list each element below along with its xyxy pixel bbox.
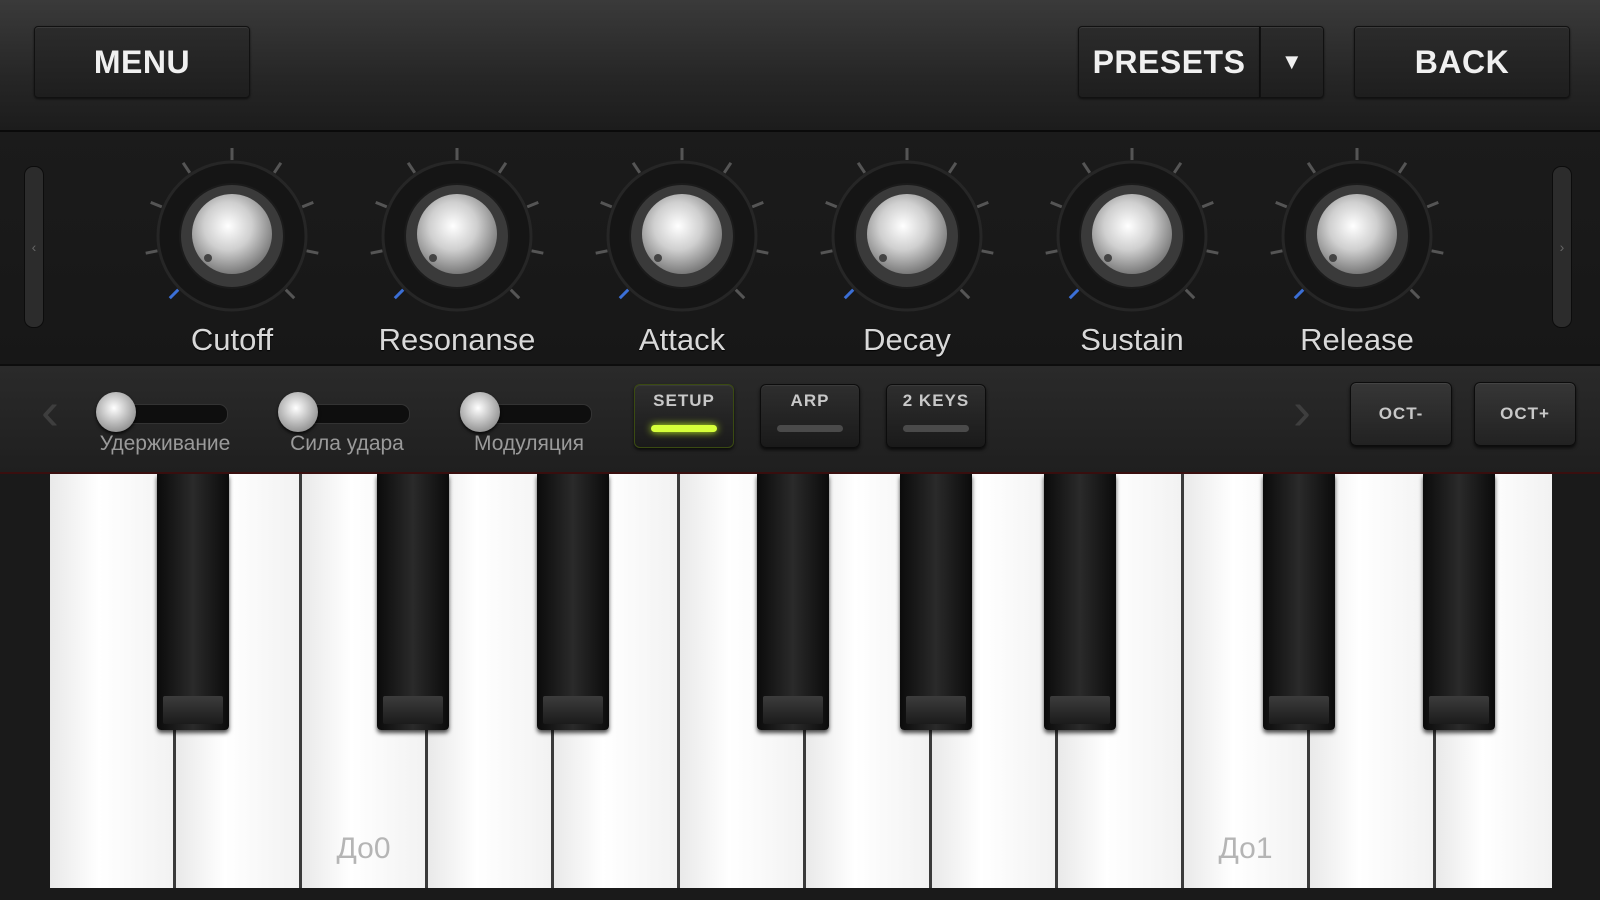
slider-sustain-hold[interactable]: Удерживание [90, 384, 230, 464]
black-key[interactable] [900, 474, 972, 730]
knob-icon [1270, 148, 1444, 312]
black-key[interactable] [1423, 474, 1495, 730]
slider-label: Модуляция [474, 432, 584, 455]
slider-thumb[interactable] [460, 392, 500, 432]
prev-panel-arrow-icon[interactable]: ‹ [30, 384, 70, 438]
black-key[interactable] [157, 474, 229, 730]
knob-resonanse[interactable]: Resonanse [367, 146, 547, 364]
octave-down-button[interactable]: OCT- [1350, 382, 1452, 446]
slider-modulation[interactable]: Модуляция [454, 384, 594, 464]
knob-label: Decay [863, 322, 951, 357]
knob-attack[interactable]: Attack [592, 146, 772, 364]
black-key[interactable] [537, 474, 609, 730]
slider-label: Удерживание [99, 432, 231, 455]
scroll-left-handle[interactable]: ‹ [24, 166, 44, 328]
octave-label: До0 [336, 832, 391, 865]
black-key[interactable] [377, 474, 449, 730]
slider-thumb[interactable] [278, 392, 318, 432]
piano-keyboard: До0 До1 [0, 474, 1600, 900]
knob-cutoff[interactable]: Cutoff [142, 146, 322, 364]
top-bar: MENU PRESETS ▼ BACK [0, 0, 1600, 132]
two-keys-label: 2 KEYS [902, 391, 970, 410]
synth-app: MENU PRESETS ▼ BACK ‹ Cutoff Resonanse A… [0, 0, 1600, 900]
octave-label: До1 [1218, 832, 1273, 865]
led-indicator [651, 425, 717, 432]
knob-label: Cutoff [190, 322, 274, 357]
black-key[interactable] [1263, 474, 1335, 730]
envelope-knob-panel: ‹ Cutoff Resonanse Attack Decay Sustain … [0, 132, 1600, 366]
chevron-down-icon: ▼ [1280, 49, 1304, 74]
knob-label: Resonanse [378, 322, 536, 357]
chevron-right-icon: › [1559, 239, 1565, 255]
knob-label: Attack [638, 322, 726, 357]
knob-label: Release [1300, 322, 1414, 357]
octave-up-button[interactable]: OCT+ [1474, 382, 1576, 446]
arp-button[interactable]: ARP [760, 384, 860, 448]
setup-label: SETUP [653, 391, 715, 410]
knob-decay[interactable]: Decay [817, 146, 997, 364]
menu-button[interactable]: MENU [34, 26, 250, 98]
next-panel-arrow-icon[interactable]: › [1282, 384, 1322, 438]
knob-icon [370, 148, 544, 312]
knob-sustain[interactable]: Sustain [1042, 146, 1222, 364]
led-indicator [903, 425, 969, 432]
slider-label: Сила удара [290, 432, 404, 455]
back-button[interactable]: BACK [1354, 26, 1570, 98]
slider-thumb[interactable] [96, 392, 136, 432]
chevron-left-icon: ‹ [31, 239, 37, 255]
control-strip: ‹ Удерживание Сила удара Модуляция SETUP… [0, 366, 1600, 475]
keys-area: До0 До1 [50, 474, 1552, 890]
knob-icon [1045, 148, 1219, 312]
knob-icon [595, 148, 769, 312]
black-key[interactable] [757, 474, 829, 730]
knob-release[interactable]: Release [1267, 146, 1447, 364]
setup-button[interactable]: SETUP [634, 384, 734, 448]
black-key[interactable] [1044, 474, 1116, 730]
led-indicator [777, 425, 843, 432]
knob-label: Sustain [1080, 322, 1184, 357]
scroll-right-handle[interactable]: › [1552, 166, 1572, 328]
slider-velocity[interactable]: Сила удара [272, 384, 412, 464]
knob-icon [820, 148, 994, 312]
knob-icon [145, 148, 319, 312]
presets-dropdown-button[interactable]: ▼ [1260, 26, 1324, 98]
presets-button[interactable]: PRESETS [1078, 26, 1260, 98]
arp-label: ARP [790, 391, 830, 410]
two-keys-button[interactable]: 2 KEYS [886, 384, 986, 448]
